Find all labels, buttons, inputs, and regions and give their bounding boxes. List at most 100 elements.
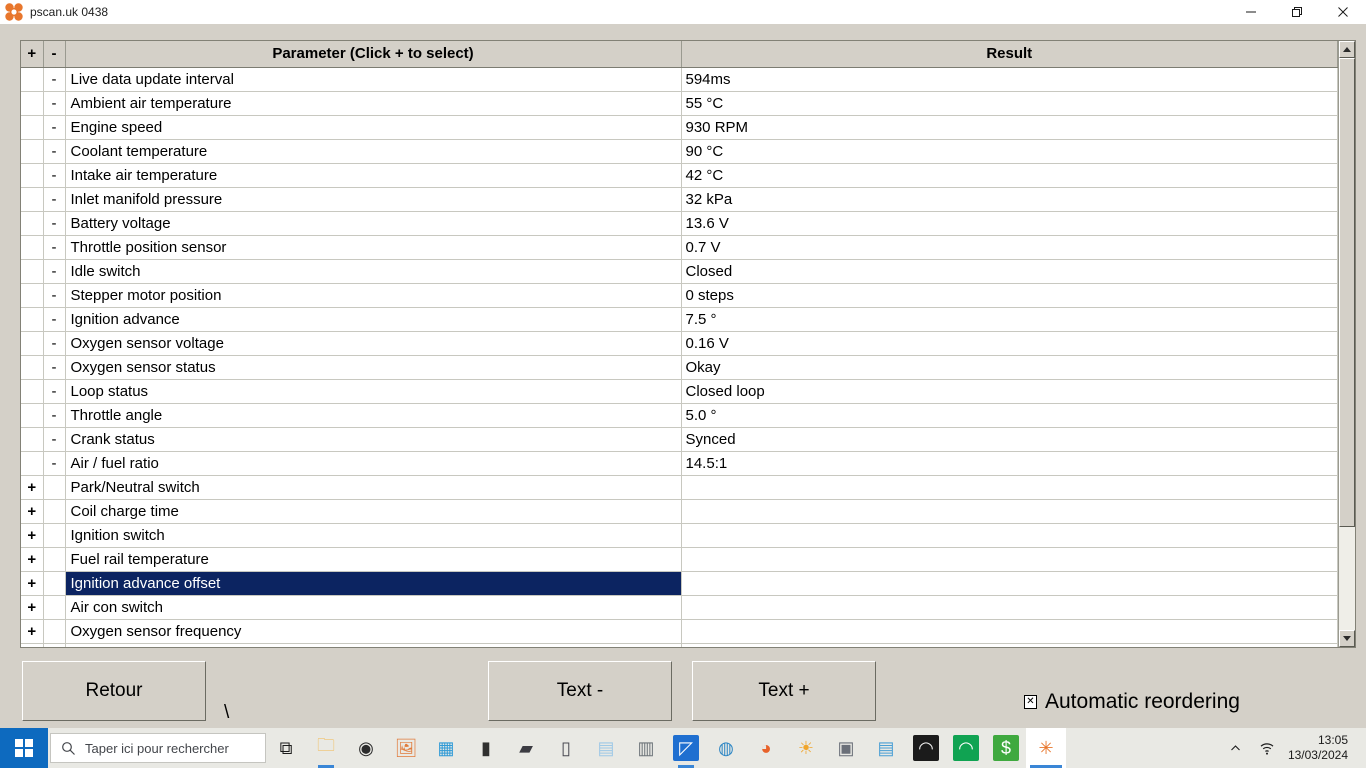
pscan-app-icon[interactable]: ✳ bbox=[1026, 728, 1066, 768]
text-minus-button[interactable]: Text - bbox=[488, 661, 672, 721]
teamviewer-icon[interactable]: ◍ bbox=[706, 728, 746, 768]
row-remove-toggle[interactable]: - bbox=[43, 235, 66, 260]
row-add-toggle[interactable] bbox=[21, 235, 44, 260]
row-remove-toggle[interactable]: - bbox=[43, 355, 66, 380]
taskbar-clock[interactable]: 13:05 13/03/2024 bbox=[1284, 728, 1358, 768]
parameter-name-cell[interactable]: Coil charge time bbox=[65, 499, 682, 524]
parameter-name-cell[interactable]: Engine speed bbox=[65, 115, 682, 140]
row-add-toggle[interactable] bbox=[21, 283, 44, 308]
table-row[interactable]: - Air / fuel ratio 14.5:1 bbox=[21, 451, 1338, 476]
row-add-toggle[interactable] bbox=[21, 355, 44, 380]
row-remove-toggle[interactable]: - bbox=[43, 187, 66, 212]
start-button[interactable] bbox=[0, 728, 48, 768]
row-remove-toggle[interactable]: - bbox=[43, 307, 66, 332]
parameter-name-cell[interactable]: Ambient air temperature bbox=[65, 91, 682, 116]
column-header-plus[interactable]: + bbox=[21, 41, 44, 68]
firefox-icon[interactable]: ◕ bbox=[746, 728, 786, 768]
row-add-toggle[interactable] bbox=[21, 379, 44, 404]
table-row[interactable]: + Ignition advance offset bbox=[21, 571, 1338, 596]
table-row[interactable]: - Stepper motor position 0 steps bbox=[21, 283, 1338, 308]
table-row[interactable]: + Coil charge time bbox=[21, 499, 1338, 524]
row-remove-toggle[interactable] bbox=[43, 595, 66, 620]
table-row[interactable]: - Inlet manifold pressure 32 kPa bbox=[21, 187, 1338, 212]
minimize-button[interactable] bbox=[1228, 0, 1274, 24]
table-row[interactable]: - Coolant temperature 90 °C bbox=[21, 139, 1338, 164]
table-row[interactable]: - Ignition advance 7.5 ° bbox=[21, 307, 1338, 332]
row-remove-toggle[interactable] bbox=[43, 643, 66, 647]
row-add-toggle[interactable]: + bbox=[21, 595, 44, 620]
mobile-radio-icon[interactable]: ▰ bbox=[506, 728, 546, 768]
parameter-name-cell[interactable]: Loop status bbox=[65, 379, 682, 404]
headphones-app-icon[interactable]: ◠ bbox=[906, 728, 946, 768]
table-row[interactable]: - Oxygen sensor status Okay bbox=[21, 355, 1338, 380]
row-remove-toggle[interactable] bbox=[43, 475, 66, 500]
table-row[interactable]: - Intake air temperature 42 °C bbox=[21, 163, 1338, 188]
camera-app-icon[interactable]: ◉ bbox=[346, 728, 386, 768]
checkbox-box[interactable]: ✕ bbox=[1024, 695, 1037, 709]
table-row[interactable]: + Ignition switch bbox=[21, 523, 1338, 548]
parameter-name-cell[interactable]: Ignition advance bbox=[65, 307, 682, 332]
row-remove-toggle[interactable]: - bbox=[43, 211, 66, 236]
parameter-name-cell[interactable]: Crank status bbox=[65, 427, 682, 452]
parameter-name-cell[interactable]: Throttle position sensor bbox=[65, 235, 682, 260]
file-explorer-icon[interactable]: 🗀 bbox=[306, 728, 346, 768]
table-row[interactable]: - Live data update interval 594ms bbox=[21, 67, 1338, 92]
parameter-name-cell[interactable] bbox=[65, 643, 682, 647]
scrollbar-thumb[interactable] bbox=[1339, 58, 1355, 528]
table-row[interactable]: + Fuel rail temperature bbox=[21, 547, 1338, 572]
parameter-name-cell[interactable]: Ignition switch bbox=[65, 523, 682, 548]
row-add-toggle[interactable] bbox=[21, 403, 44, 428]
parameter-name-cell[interactable]: Oxygen sensor frequency bbox=[65, 619, 682, 644]
handheld-radio-icon[interactable]: ▮ bbox=[466, 728, 506, 768]
table-row[interactable]: - Ambient air temperature 55 °C bbox=[21, 91, 1338, 116]
parameter-name-cell[interactable]: Air con switch bbox=[65, 595, 682, 620]
row-add-toggle[interactable] bbox=[21, 67, 44, 92]
parameter-name-cell[interactable]: Fuel rail temperature bbox=[65, 547, 682, 572]
row-remove-toggle[interactable]: - bbox=[43, 115, 66, 140]
parameter-name-cell[interactable]: Ignition advance offset bbox=[65, 571, 682, 596]
search-input[interactable]: Taper ici pour rechercher bbox=[50, 733, 266, 763]
audio-tool-icon[interactable]: ◠ bbox=[946, 728, 986, 768]
text-plus-button[interactable]: Text + bbox=[692, 661, 876, 721]
column-header-minus[interactable]: - bbox=[43, 41, 66, 68]
parameter-name-cell[interactable]: Idle switch bbox=[65, 259, 682, 284]
scroll-down-icon[interactable] bbox=[1339, 630, 1355, 647]
scroll-up-icon[interactable] bbox=[1339, 41, 1355, 58]
row-add-toggle[interactable]: + bbox=[21, 523, 44, 548]
table-row[interactable]: - Throttle angle 5.0 ° bbox=[21, 403, 1338, 428]
parameter-name-cell[interactable]: Air / fuel ratio bbox=[65, 451, 682, 476]
row-add-toggle[interactable] bbox=[21, 259, 44, 284]
row-add-toggle[interactable]: + bbox=[21, 475, 44, 500]
table-row[interactable]: + bbox=[21, 643, 1338, 647]
row-add-toggle[interactable] bbox=[21, 307, 44, 332]
row-remove-toggle[interactable] bbox=[43, 523, 66, 548]
vertical-scrollbar[interactable] bbox=[1338, 41, 1355, 647]
row-add-toggle[interactable]: + bbox=[21, 643, 44, 647]
money-app-icon[interactable]: $ bbox=[986, 728, 1026, 768]
row-remove-toggle[interactable]: - bbox=[43, 331, 66, 356]
transceiver-icon[interactable]: ▯ bbox=[546, 728, 586, 768]
row-remove-toggle[interactable]: - bbox=[43, 403, 66, 428]
table-row[interactable]: - Throttle position sensor 0.7 V bbox=[21, 235, 1338, 260]
row-add-toggle[interactable]: + bbox=[21, 499, 44, 524]
row-add-toggle[interactable]: + bbox=[21, 571, 44, 596]
row-remove-toggle[interactable]: - bbox=[43, 283, 66, 308]
parameter-name-cell[interactable]: Throttle angle bbox=[65, 403, 682, 428]
row-remove-toggle[interactable] bbox=[43, 571, 66, 596]
show-hidden-icons-icon[interactable] bbox=[1221, 728, 1250, 768]
column-header-result[interactable]: Result bbox=[681, 41, 1338, 68]
table-row[interactable]: - Idle switch Closed bbox=[21, 259, 1338, 284]
parameter-name-cell[interactable]: Battery voltage bbox=[65, 211, 682, 236]
table-row[interactable]: - Battery voltage 13.6 V bbox=[21, 211, 1338, 236]
retour-button[interactable]: Retour bbox=[22, 661, 206, 721]
table-row[interactable]: + Park/Neutral switch bbox=[21, 475, 1338, 500]
column-header-parameter[interactable]: Parameter (Click + to select) bbox=[65, 41, 682, 68]
row-remove-toggle[interactable]: - bbox=[43, 67, 66, 92]
row-add-toggle[interactable] bbox=[21, 211, 44, 236]
row-add-toggle[interactable] bbox=[21, 427, 44, 452]
table-row[interactable]: - Loop status Closed loop bbox=[21, 379, 1338, 404]
row-add-toggle[interactable] bbox=[21, 163, 44, 188]
row-remove-toggle[interactable]: - bbox=[43, 259, 66, 284]
row-add-toggle[interactable] bbox=[21, 451, 44, 476]
parameter-name-cell[interactable]: Stepper motor position bbox=[65, 283, 682, 308]
